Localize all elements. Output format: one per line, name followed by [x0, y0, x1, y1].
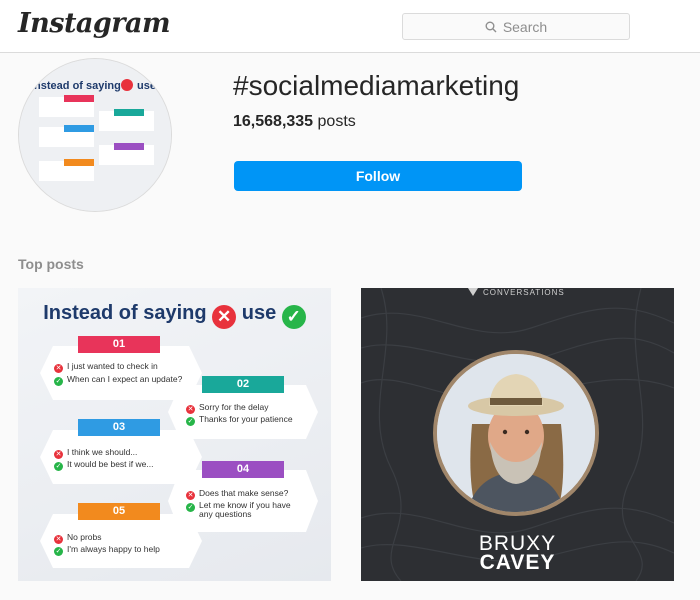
tip-01-line-1: ✕ I just wanted to check in [54, 361, 158, 373]
check-icon: ✓ [186, 417, 195, 426]
tip-05-line-1: ✕ No probs [54, 532, 102, 544]
instagram-logo[interactable]: Instagram [18, 8, 171, 39]
hashtag-title: #socialmediamarketing [233, 70, 520, 101]
hashtag-avatar: Instead of saying use [19, 59, 171, 211]
tip-number-04: 04 [202, 461, 284, 478]
check-icon: ✓ [54, 462, 63, 471]
cross-icon: ✕ [186, 491, 195, 500]
tip-number-02: 02 [202, 376, 284, 393]
tip-04-line-3: any questions [199, 509, 252, 519]
check-icon: ✓ [54, 547, 63, 556]
check-icon: ✓ [281, 305, 306, 329]
infographic-title: Instead of saying ✕ use ✓ [18, 302, 331, 329]
svg-text:Instead of saying: Instead of saying [31, 80, 121, 92]
infographic-title-prefix: Instead of saying [43, 302, 207, 324]
post-count: 16,568,335 posts [233, 113, 356, 131]
tip-01-line-2: ✓ When can I expect an update? [54, 374, 183, 386]
post-count-value: 16,568,335 [233, 113, 314, 130]
tip-02-line-1: ✕ Sorry for the delay [186, 402, 269, 414]
tip-number-03: 03 [78, 419, 160, 436]
check-icon: ✓ [54, 377, 63, 386]
post-count-suffix: posts [317, 113, 356, 130]
tip-04-line-1: ✕ Does that make sense? [186, 488, 289, 500]
tip-03-line-1: ✕ I think we should... [54, 447, 138, 459]
brand-logo-text: CONVERSATIONS [483, 288, 565, 297]
svg-text:use: use [137, 80, 156, 92]
tip-03-line-2: ✓ It would be best if we... [54, 459, 154, 471]
search-placeholder: Search [502, 18, 548, 35]
speaker-photo [433, 350, 599, 516]
follow-button[interactable]: Follow [234, 161, 522, 191]
cross-icon: ✕ [54, 364, 63, 373]
top-post-infographic[interactable]: Instead of saying ✕ use ✓ 01 ✕ I just wan… [18, 288, 331, 581]
cross-icon: ✕ [186, 405, 195, 414]
check-icon: ✓ [186, 503, 195, 512]
cross-icon: ✕ [54, 535, 63, 544]
speaker-last-name: CAVEY [479, 551, 556, 574]
brand-triangle-icon [468, 288, 478, 296]
search-icon [485, 21, 497, 32]
avatar-infographic-thumbnail: Instead of saying use [19, 59, 171, 211]
search-input[interactable]: Search [402, 13, 630, 40]
cross-icon: ✕ [212, 305, 237, 329]
infographic-title-mid: use [241, 302, 277, 324]
tip-05-line-2: ✓ I'm always happy to help [54, 544, 160, 556]
tip-number-05: 05 [78, 503, 160, 520]
top-navigation-bar: Instagram Search [0, 0, 700, 53]
cross-icon: ✕ [54, 450, 63, 459]
top-post-portrait[interactable]: CONVERSATIONS BRUXY CAVEY [361, 288, 674, 581]
top-posts-label: Top posts [18, 256, 84, 272]
tip-02-line-2: ✓ Thanks for your patience [186, 414, 293, 426]
tip-number-01: 01 [78, 336, 160, 353]
speaker-portrait-illustration [437, 354, 595, 512]
